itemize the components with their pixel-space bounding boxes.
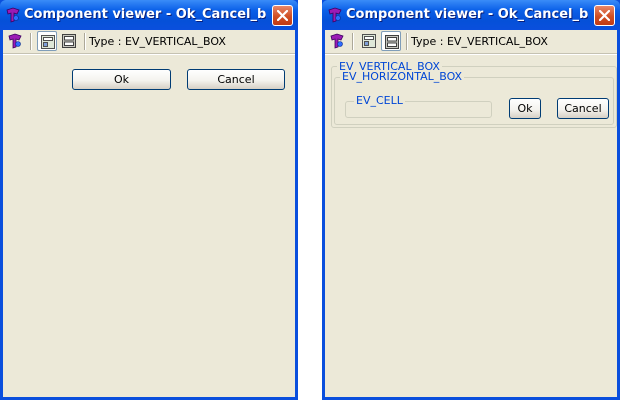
display-view-icon (362, 34, 376, 48)
horizontal-box-label: EV_HORIZONTAL_BOX (340, 70, 465, 83)
display-view-icon (41, 35, 55, 49)
tool-icon[interactable] (6, 32, 24, 50)
client-area: Type : EV_VERTICAL_BOX Ok Cancel (3, 30, 295, 397)
toolbar: Type : EV_VERTICAL_BOX (3, 30, 295, 54)
cell-group[interactable]: EV_CELL (345, 95, 492, 118)
tool-icon[interactable] (328, 32, 346, 50)
display-view-toggle[interactable] (359, 31, 379, 51)
layout-view-toggle[interactable] (381, 31, 401, 51)
type-label: Type : EV_VERTICAL_BOX (89, 35, 226, 48)
close-button[interactable] (594, 5, 615, 26)
cell-label: EV_CELL (354, 94, 405, 107)
cancel-button[interactable]: Cancel (557, 98, 609, 119)
close-icon (277, 10, 288, 21)
window-title: Component viewer - Ok_Cancel_butt... (24, 7, 266, 22)
toolbar-separator (84, 33, 85, 50)
component-viewer-window-layout: Component viewer - Ok_Cancel_butt... (322, 0, 620, 400)
horizontal-box-group[interactable]: EV_HORIZONTAL_BOX EV_CELL Ok Cancel (334, 71, 614, 125)
toolbar-separator (352, 33, 353, 50)
component-viewer-window-display: Component viewer - Ok_Cancel_butt... (0, 0, 298, 400)
client-area: Type : EV_VERTICAL_BOX EV_VERTICAL_BOX E… (325, 30, 617, 397)
ok-button[interactable]: Ok (509, 98, 541, 119)
layout-view-toggle[interactable] (59, 31, 79, 51)
close-button[interactable] (272, 5, 293, 26)
toolbar-separator (406, 33, 407, 50)
title-bar[interactable]: Component viewer - Ok_Cancel_butt... (0, 0, 298, 30)
layout-view-icon (62, 34, 76, 48)
app-icon[interactable] (327, 7, 343, 23)
display-view-toggle[interactable] (37, 31, 57, 51)
close-icon (599, 10, 610, 21)
cancel-button[interactable]: Cancel (187, 69, 285, 90)
type-label: Type : EV_VERTICAL_BOX (411, 35, 548, 48)
ok-button[interactable]: Ok (72, 69, 171, 90)
layout-view-icon (385, 35, 399, 49)
window-title: Component viewer - Ok_Cancel_butt... (346, 7, 588, 22)
toolbar: Type : EV_VERTICAL_BOX (325, 30, 617, 54)
title-bar[interactable]: Component viewer - Ok_Cancel_butt... (322, 0, 620, 30)
app-icon[interactable] (5, 7, 21, 23)
toolbar-separator (30, 33, 31, 50)
vertical-box-group[interactable]: EV_VERTICAL_BOX EV_HORIZONTAL_BOX EV_CEL… (331, 61, 617, 128)
